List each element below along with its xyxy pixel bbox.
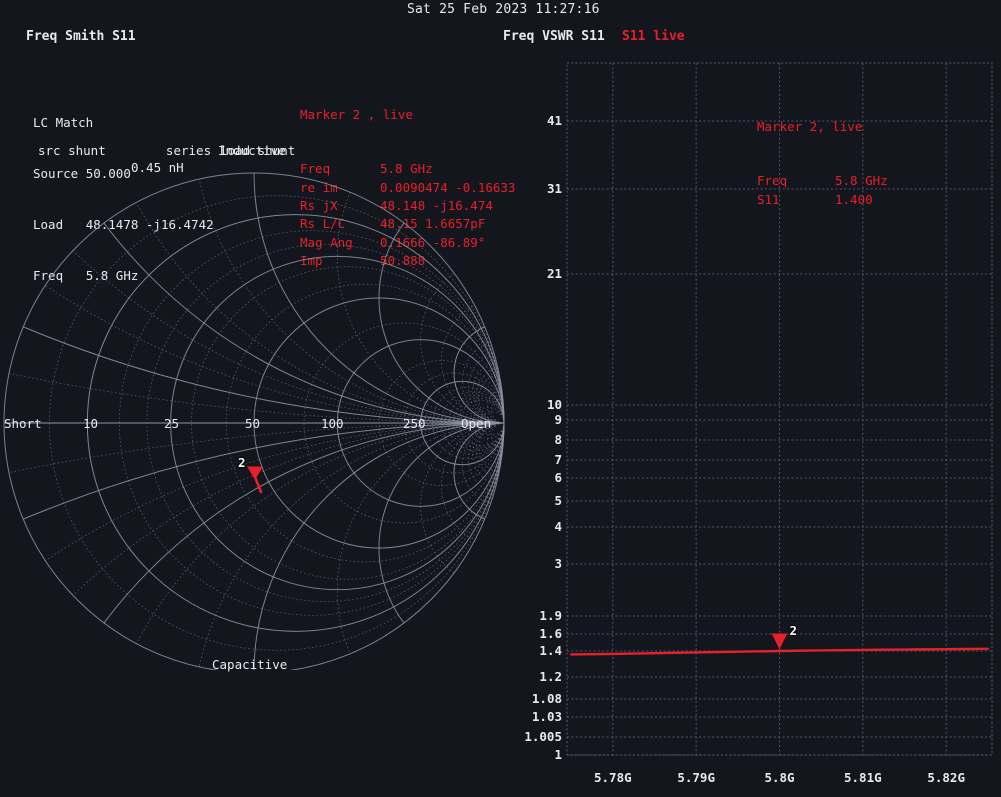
vswr-x-axis-labels: 5.78G 5.79G 5.8G 5.81G 5.82G bbox=[520, 55, 1001, 797]
vswr-live-trace-label[interactable]: S11 live bbox=[622, 29, 685, 44]
smith-chart-canvas[interactable] bbox=[0, 170, 510, 674]
smith-chart[interactable]: 2 bbox=[0, 170, 510, 674]
vswr-chart-title[interactable]: Freq VSWR S11 bbox=[503, 29, 605, 44]
smith-marker-title: Marker 2 , live bbox=[300, 106, 413, 122]
vswr-chart[interactable]: 41 31 21 10 9 8 7 6 5 4 3 1.9 1.6 1.4 1.2 1.08 1.03 1.005… bbox=[520, 55, 1001, 797]
lc-match-load-shunt-label: load shunt bbox=[220, 143, 296, 158]
vswr-x-tick: 5.81G bbox=[844, 770, 882, 785]
smith-capacitive-label: Capacitive bbox=[212, 657, 288, 672]
vswr-x-tick: 5.78G bbox=[594, 770, 632, 785]
datetime-label: Sat 25 Feb 2023 11:27:16 bbox=[407, 2, 600, 17]
vswr-x-tick: 5.82G bbox=[927, 770, 965, 785]
smith-marker-number: 2 bbox=[238, 455, 246, 470]
vna-display-root: Sat 25 Feb 2023 11:27:16 Freq Smith S11 … bbox=[0, 0, 1001, 797]
lc-match-title: LC Match bbox=[33, 115, 94, 130]
vswr-marker-number: 2 bbox=[789, 623, 798, 638]
lc-match-topology-row: src shunt series bbox=[38, 143, 212, 158]
smith-chart-title[interactable]: Freq Smith S11 bbox=[26, 29, 136, 44]
vswr-x-tick: 5.8G bbox=[764, 770, 795, 785]
vswr-x-tick: 5.79G bbox=[677, 770, 715, 785]
